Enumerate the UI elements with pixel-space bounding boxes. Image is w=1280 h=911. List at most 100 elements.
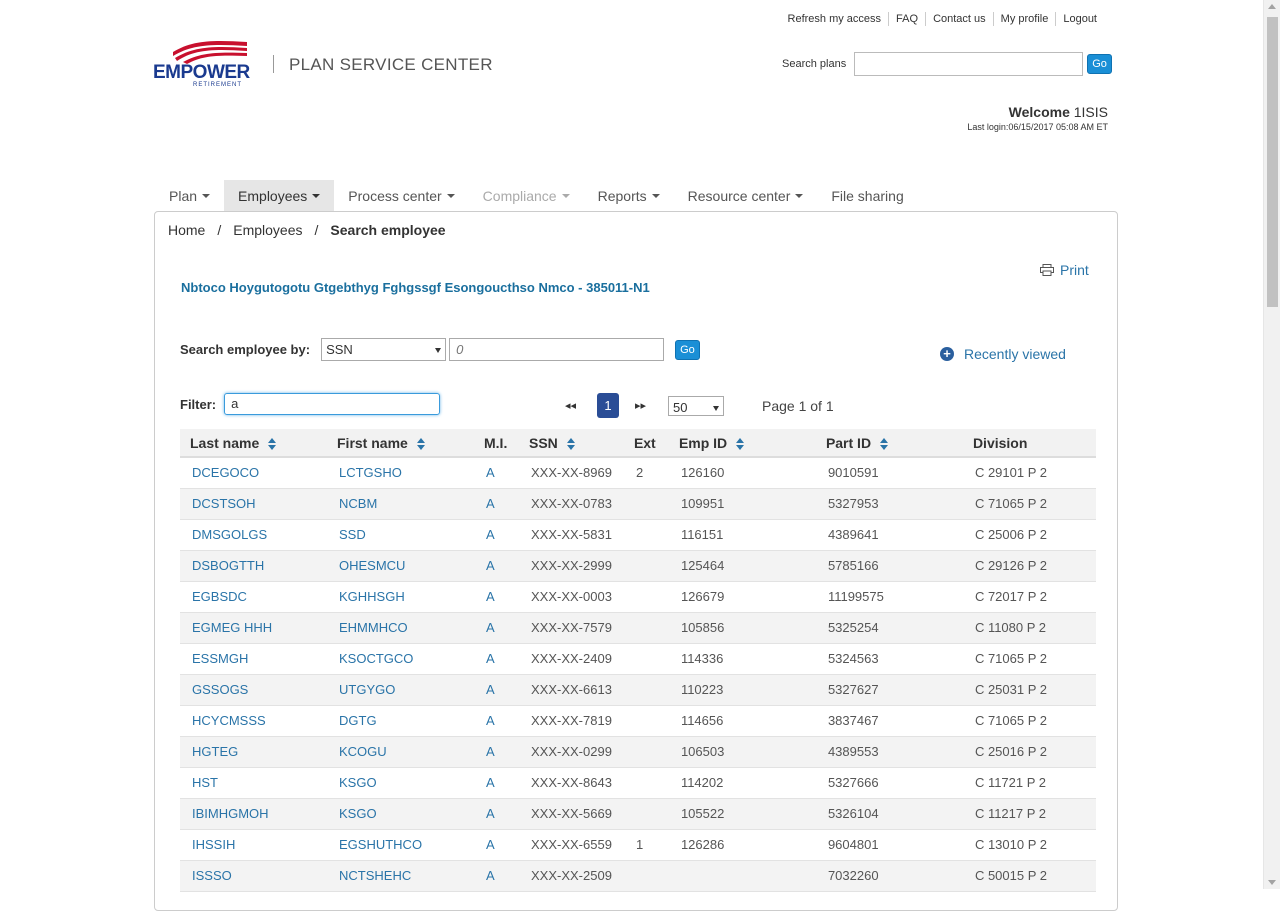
cell-last-name[interactable]: GSSOGS: [180, 674, 327, 706]
cell-mi[interactable]: A: [474, 767, 519, 799]
scroll-up-icon[interactable]: [1268, 4, 1276, 9]
table-row[interactable]: HST KSGO A XXX-XX-8643 114202 5327666 C 11721 …: [180, 767, 1096, 799]
cell-mi[interactable]: A: [474, 488, 519, 520]
per-page-select[interactable]: 50: [668, 395, 724, 416]
sort-icon[interactable]: [566, 437, 575, 450]
nav-reports[interactable]: Reports: [584, 180, 674, 212]
cell-last-name[interactable]: DCEGOCO: [180, 457, 327, 489]
table-row[interactable]: DMSGOLGS SSD A XXX-XX-5831 116151 4389641 C 25…: [180, 519, 1096, 551]
cell-mi[interactable]: A: [474, 705, 519, 737]
col-first-name[interactable]: First name: [327, 429, 474, 458]
nav-compliance[interactable]: Compliance: [469, 180, 584, 212]
refresh-access-link[interactable]: Refresh my access: [781, 12, 889, 26]
cell-last-name[interactable]: DSBOGTTH: [180, 550, 327, 582]
cell-mi[interactable]: A: [474, 581, 519, 613]
cell-first-name[interactable]: UTGYGO: [327, 674, 474, 706]
cell-mi[interactable]: A: [474, 798, 519, 830]
cell-mi[interactable]: A: [474, 860, 519, 892]
cell-mi[interactable]: A: [474, 550, 519, 582]
cell-first-name[interactable]: KSGO: [327, 767, 474, 799]
nav-resource-center[interactable]: Resource center: [674, 180, 818, 212]
first-page-icon[interactable]: ◂◂: [565, 399, 579, 412]
cell-first-name[interactable]: EHMMHCO: [327, 612, 474, 644]
table-row[interactable]: HGTEG KCOGU A XXX-XX-0299 106503 4389553 C 250…: [180, 736, 1096, 768]
nav-process-center[interactable]: Process center: [334, 180, 468, 212]
cell-last-name[interactable]: DMSGOLGS: [180, 519, 327, 551]
nav-file-sharing[interactable]: File sharing: [817, 180, 917, 212]
scroll-down-icon[interactable]: [1268, 880, 1276, 885]
table-row[interactable]: EGMEG HHH EHMMHCO A XXX-XX-7579 105856 532525…: [180, 612, 1096, 644]
breadcrumb-employees[interactable]: Employees: [233, 222, 302, 238]
cell-last-name[interactable]: EGBSDC: [180, 581, 327, 613]
cell-last-name[interactable]: ISSSO: [180, 860, 327, 892]
cell-mi[interactable]: A: [474, 612, 519, 644]
scrollbar-thumb[interactable]: [1267, 17, 1278, 307]
breadcrumb-home[interactable]: Home: [168, 222, 205, 238]
my-profile-link[interactable]: My profile: [992, 12, 1056, 26]
sort-icon[interactable]: [416, 437, 425, 450]
cell-first-name[interactable]: EGSHUTHCO: [327, 829, 474, 861]
search-plans-input[interactable]: [854, 52, 1084, 76]
col-ssn[interactable]: SSN: [519, 429, 624, 458]
recently-viewed-link[interactable]: + Recently viewed: [940, 346, 1066, 362]
filter-input[interactable]: a: [224, 393, 441, 415]
cell-first-name[interactable]: LCTGSHO: [327, 457, 474, 489]
nav-plan[interactable]: Plan: [155, 180, 224, 212]
empower-logo[interactable]: EMPOWER RETIREMENT: [153, 38, 253, 90]
faq-link[interactable]: FAQ: [888, 12, 925, 26]
logout-link[interactable]: Logout: [1055, 12, 1104, 26]
cell-last-name[interactable]: DCSTSOH: [180, 488, 327, 520]
cell-first-name[interactable]: KGHHSGH: [327, 581, 474, 613]
sort-icon[interactable]: [736, 437, 745, 450]
table-row[interactable]: ISSSO NCTSHEHC A XXX-XX-2509 7032260 C 50015 …: [180, 860, 1096, 892]
page-1-button[interactable]: 1: [597, 393, 619, 418]
cell-last-name[interactable]: HCYCMSSS: [180, 705, 327, 737]
cell-last-name[interactable]: HST: [180, 767, 327, 799]
cell-last-name[interactable]: EGMEG HHH: [180, 612, 327, 644]
cell-last-name[interactable]: HGTEG: [180, 736, 327, 768]
cell-last-name[interactable]: IHSSIH: [180, 829, 327, 861]
next-page-icon[interactable]: ▸▸: [635, 399, 649, 412]
table-row[interactable]: EGBSDC KGHHSGH A XXX-XX-0003 126679 11199575 C…: [180, 581, 1096, 613]
table-row[interactable]: DCEGOCO LCTGSHO A XXX-XX-8969 2 126160 9010591…: [180, 457, 1096, 489]
search-employee-input[interactable]: 0: [449, 338, 665, 361]
cell-mi[interactable]: A: [474, 829, 519, 861]
cell-mi[interactable]: A: [474, 643, 519, 675]
search-by-select[interactable]: SSN: [321, 338, 447, 361]
contact-us-link[interactable]: Contact us: [925, 12, 993, 26]
cell-first-name[interactable]: SSD: [327, 519, 474, 551]
cell-last-name[interactable]: ESSMGH: [180, 643, 327, 675]
table-row[interactable]: ESSMGH KSOCTGCO A XXX-XX-2409 114336 5324563 C…: [180, 643, 1096, 675]
cell-last-name[interactable]: IBIMHGMOH: [180, 798, 327, 830]
vertical-scrollbar[interactable]: [1263, 0, 1280, 889]
plus-circle-icon: +: [940, 347, 954, 361]
col-last-name[interactable]: Last name: [180, 429, 327, 458]
cell-first-name[interactable]: DGTG: [327, 705, 474, 737]
cell-mi[interactable]: A: [474, 519, 519, 551]
cell-mi[interactable]: A: [474, 457, 519, 489]
cell-first-name[interactable]: OHESMCU: [327, 550, 474, 582]
sort-icon[interactable]: [880, 437, 889, 450]
cell-first-name[interactable]: KCOGU: [327, 736, 474, 768]
search-employee-go-button[interactable]: Go: [675, 339, 700, 360]
cell-first-name[interactable]: KSOCTGCO: [327, 643, 474, 675]
search-plans-go-button[interactable]: Go: [1087, 54, 1112, 74]
col-part-id[interactable]: Part ID: [815, 429, 963, 458]
sort-icon[interactable]: [268, 437, 277, 450]
cell-first-name[interactable]: NCTSHEHC: [327, 860, 474, 892]
table-row[interactable]: IBIMHGMOH KSGO A XXX-XX-5669 105522 5326104 C …: [180, 798, 1096, 830]
table-row[interactable]: IHSSIH EGSHUTHCO A XXX-XX-6559 1 126286 960480…: [180, 829, 1096, 861]
col-emp-id[interactable]: Emp ID: [668, 429, 816, 458]
table-row[interactable]: HCYCMSSS DGTG A XXX-XX-7819 114656 3837467 C 7…: [180, 705, 1096, 737]
table-row[interactable]: DSBOGTTH OHESMCU A XXX-XX-2999 125464 5785166…: [180, 550, 1096, 582]
cell-first-name[interactable]: KSGO: [327, 798, 474, 830]
nav-employees[interactable]: Employees: [224, 180, 335, 212]
cell-ext: [623, 798, 669, 830]
cell-mi[interactable]: A: [474, 674, 519, 706]
table-row[interactable]: GSSOGS UTGYGO A XXX-XX-6613 110223 5327627 C 2…: [180, 674, 1096, 706]
print-link[interactable]: Print: [1040, 262, 1089, 278]
cell-mi[interactable]: A: [474, 736, 519, 768]
cell-first-name[interactable]: NCBM: [327, 488, 474, 520]
table-row[interactable]: DCSTSOH NCBM A XXX-XX-0783 109951 5327953 C 71…: [180, 488, 1096, 520]
welcome-user: 1ISIS: [1073, 104, 1108, 120]
